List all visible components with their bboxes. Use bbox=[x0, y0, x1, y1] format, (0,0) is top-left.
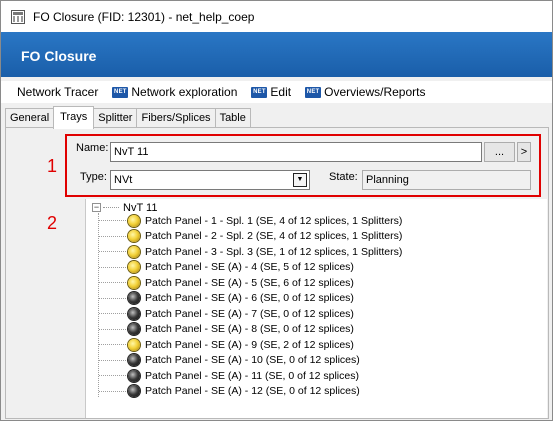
name-label: Name: bbox=[76, 142, 109, 154]
tab-strip: General Trays Splitter Fibers/Splices Ta… bbox=[5, 106, 251, 129]
type-label: Type: bbox=[80, 171, 107, 183]
tree-item-label: Patch Panel - 2 - Spl. 2 (SE, 4 of 12 sp… bbox=[145, 230, 403, 243]
menu-overviews-reports-label: Overviews/Reports bbox=[324, 85, 426, 99]
tree-item[interactable]: Patch Panel - SE (A) - 11 (SE, 0 of 12 s… bbox=[86, 368, 402, 384]
tree-item[interactable]: Patch Panel - SE (A) - 4 (SE, 5 of 12 sp… bbox=[86, 260, 402, 276]
tree-connector bbox=[99, 328, 128, 330]
dropdown-arrow-icon[interactable]: ▼ bbox=[293, 173, 307, 187]
tree-connector bbox=[99, 251, 128, 253]
tray-in-use-icon bbox=[128, 338, 140, 351]
tree-connector bbox=[99, 344, 128, 346]
tree-item[interactable]: Patch Panel - SE (A) - 7 (SE, 0 of 12 sp… bbox=[86, 306, 402, 322]
tray-in-use-icon bbox=[128, 245, 140, 258]
tab-splitter[interactable]: Splitter bbox=[93, 108, 138, 129]
tray-empty-icon bbox=[128, 307, 140, 320]
tree-connector bbox=[99, 235, 128, 237]
window-title: FO Closure (FID: 12301) - net_help_coep bbox=[33, 9, 255, 24]
tree-connector bbox=[99, 282, 128, 284]
net-icon: NET bbox=[251, 86, 268, 98]
tree-items: Patch Panel - 1 - Spl. 1 (SE, 4 of 12 sp… bbox=[86, 213, 402, 399]
tree-item-label: Patch Panel - SE (A) - 7 (SE, 0 of 12 sp… bbox=[145, 307, 354, 320]
tree-item-label: Patch Panel - SE (A) - 5 (SE, 6 of 12 sp… bbox=[145, 276, 354, 289]
tree-item[interactable]: Patch Panel - 1 - Spl. 1 (SE, 4 of 12 sp… bbox=[86, 213, 402, 229]
menu-network-tracer-label: Network Tracer bbox=[17, 85, 99, 99]
tree-item-label: Patch Panel - 1 - Spl. 1 (SE, 4 of 12 sp… bbox=[145, 214, 403, 227]
tree-item-label: Patch Panel - SE (A) - 10 (SE, 0 of 12 s… bbox=[145, 354, 360, 367]
annotation-number-1: 1 bbox=[47, 156, 58, 176]
tree-item-label: Patch Panel - 3 - Spl. 3 (SE, 1 of 12 sp… bbox=[145, 245, 403, 258]
browse-button[interactable]: ... bbox=[484, 142, 515, 162]
tree-connector bbox=[99, 297, 128, 299]
tree-connector bbox=[99, 390, 128, 392]
tree-item-label: Patch Panel - SE (A) - 4 (SE, 5 of 12 sp… bbox=[145, 261, 354, 274]
tree-item[interactable]: Patch Panel - SE (A) - 10 (SE, 0 of 12 s… bbox=[86, 353, 402, 369]
tree-item-label: Patch Panel - SE (A) - 12 (SE, 0 of 12 s… bbox=[145, 385, 360, 398]
tray-empty-icon bbox=[128, 385, 140, 398]
tree-root-label: NvT 11 bbox=[123, 201, 158, 214]
tray-empty-icon bbox=[128, 292, 140, 305]
tree-item-label: Patch Panel - SE (A) - 8 (SE, 0 of 12 sp… bbox=[145, 323, 354, 336]
menu-network-exploration[interactable]: NET Network exploration bbox=[112, 85, 237, 99]
tab-trays[interactable]: Trays bbox=[53, 106, 95, 129]
menu-network-exploration-label: Network exploration bbox=[131, 85, 238, 99]
state-label: State: bbox=[329, 171, 358, 183]
tree-item-label: Patch Panel - SE (A) - 6 (SE, 0 of 12 sp… bbox=[145, 292, 354, 305]
tray-empty-icon bbox=[128, 354, 140, 367]
annotation-number-2: 2 bbox=[47, 213, 58, 233]
tree-item[interactable]: Patch Panel - SE (A) - 6 (SE, 0 of 12 sp… bbox=[86, 291, 402, 307]
tray-empty-icon bbox=[128, 323, 140, 336]
tree-item[interactable]: Patch Panel - SE (A) - 12 (SE, 0 of 12 s… bbox=[86, 384, 402, 400]
tree-item[interactable]: Patch Panel - SE (A) - 8 (SE, 0 of 12 sp… bbox=[86, 322, 402, 338]
tree-connector bbox=[103, 207, 119, 208]
fo-closure-window: FO Closure (FID: 12301) - net_help_coep … bbox=[0, 0, 553, 421]
menu-edit[interactable]: NET Edit bbox=[251, 85, 291, 99]
net-icon: NET bbox=[305, 86, 322, 98]
tab-general[interactable]: General bbox=[5, 108, 55, 129]
net-icon: NET bbox=[112, 86, 129, 98]
tab-table[interactable]: Table bbox=[214, 108, 251, 129]
menu-overviews-reports[interactable]: NET Overviews/Reports bbox=[305, 85, 425, 99]
tree-item-label: Patch Panel - SE (A) - 11 (SE, 0 of 12 s… bbox=[145, 369, 359, 382]
tree-item[interactable]: Patch Panel - SE (A) - 9 (SE, 2 of 12 sp… bbox=[86, 337, 402, 353]
window-form-icon bbox=[11, 9, 25, 24]
menu-edit-label: Edit bbox=[270, 85, 292, 99]
state-field: Planning bbox=[362, 170, 531, 190]
header-band: FO Closure bbox=[1, 32, 552, 77]
tray-in-use-icon bbox=[128, 261, 140, 274]
next-button[interactable]: > bbox=[517, 142, 531, 162]
tree-connector bbox=[99, 313, 128, 315]
tree-item[interactable]: Patch Panel - 3 - Spl. 3 (SE, 1 of 12 sp… bbox=[86, 244, 402, 260]
type-select-value: NVt bbox=[114, 174, 133, 186]
tray-in-use-icon bbox=[128, 214, 140, 227]
tree-item[interactable]: Patch Panel - SE (A) - 5 (SE, 6 of 12 sp… bbox=[86, 275, 402, 291]
tree-connector bbox=[99, 266, 128, 268]
menu-network-tracer[interactable]: Network Tracer bbox=[17, 85, 98, 99]
title-bar: FO Closure (FID: 12301) - net_help_coep bbox=[1, 1, 552, 32]
tree-connector bbox=[99, 220, 128, 222]
tree-connector bbox=[99, 359, 128, 361]
tree-connector bbox=[99, 375, 128, 377]
page-title: FO Closure bbox=[21, 48, 97, 64]
tray-in-use-icon bbox=[128, 276, 140, 289]
menu-bar: Network Tracer NET Network exploration N… bbox=[1, 81, 552, 103]
trays-tree: − NvT 11 Patch Panel - 1 - Spl. 1 (SE, 4… bbox=[85, 199, 547, 418]
tab-fibers-splices[interactable]: Fibers/Splices bbox=[136, 108, 216, 129]
tree-item-label: Patch Panel - SE (A) - 9 (SE, 2 of 12 sp… bbox=[145, 338, 354, 351]
tray-empty-icon bbox=[128, 369, 140, 382]
name-field[interactable]: NvT 11 bbox=[110, 142, 482, 162]
type-select[interactable]: NVt ▼ bbox=[110, 170, 310, 190]
collapse-icon[interactable]: − bbox=[92, 203, 101, 212]
tray-in-use-icon bbox=[128, 230, 140, 243]
tree-item[interactable]: Patch Panel - 2 - Spl. 2 (SE, 4 of 12 sp… bbox=[86, 229, 402, 245]
